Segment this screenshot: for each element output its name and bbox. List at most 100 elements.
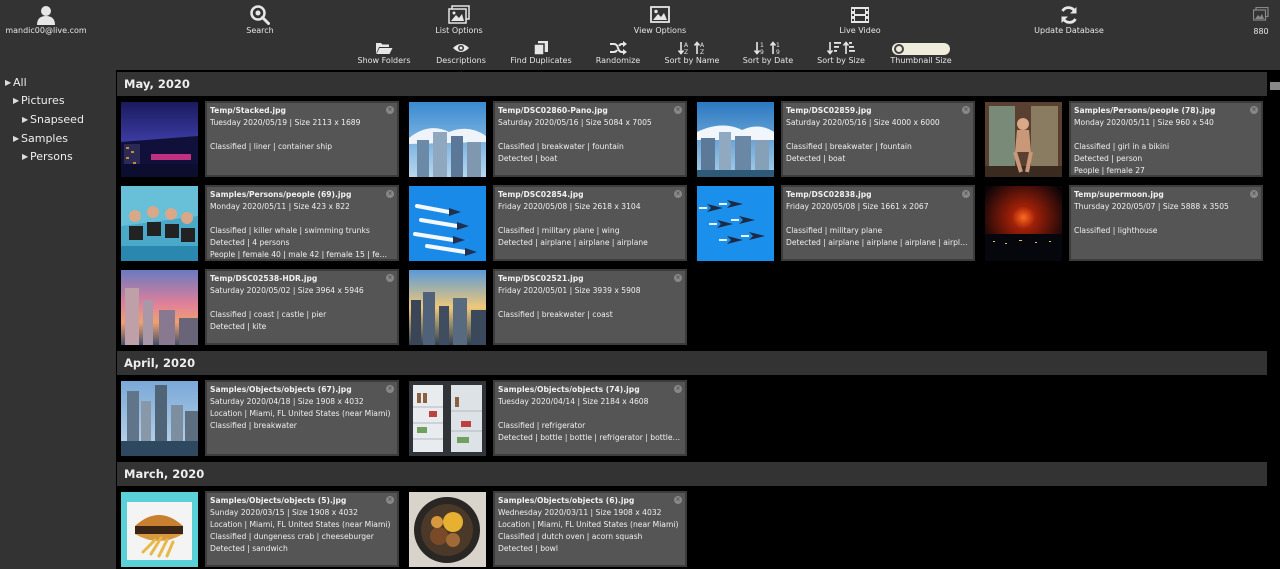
people: People | female 40 | male 42 | female 15… bbox=[210, 250, 394, 259]
image-thumbnail[interactable] bbox=[409, 492, 486, 567]
section-header-march-2020: March, 2020 bbox=[117, 462, 1267, 486]
sort-amount-icon bbox=[827, 40, 855, 56]
view-options-button[interactable]: View Options bbox=[628, 4, 692, 36]
svg-text:Z: Z bbox=[684, 49, 688, 55]
classified: Classified | military plane bbox=[786, 226, 883, 235]
tree-item-pictures[interactable]: ▶ Pictures bbox=[0, 92, 116, 111]
close-icon[interactable]: × bbox=[1250, 106, 1258, 114]
file-name: Samples/Objects/objects (6).jpg bbox=[498, 496, 635, 505]
image-thumbnail[interactable] bbox=[409, 102, 486, 177]
user-account-button[interactable]: mandic00@live.com bbox=[5, 4, 87, 36]
show-folders-button[interactable]: Show Folders bbox=[354, 40, 414, 66]
image-info: × Temp/DSC02838.jpg Friday 2020/05/08 | … bbox=[781, 185, 975, 261]
image-thumbnail[interactable] bbox=[985, 102, 1062, 177]
detected: Detected | airplane | airplane | airplan… bbox=[786, 238, 970, 247]
tree-item-all[interactable]: ▶ All bbox=[0, 73, 116, 92]
folder-tree: ▶ All ▶ Pictures ▶ Snapseed ▶ Samples ▶ … bbox=[0, 70, 116, 569]
thumbnail-size-label: Thumbnail Size bbox=[890, 56, 952, 65]
close-icon[interactable]: × bbox=[386, 106, 394, 114]
tree-item-snapseed[interactable]: ▶ Snapseed bbox=[0, 110, 116, 129]
image-card[interactable]: × Samples/Objects/objects (5).jpg Sunday… bbox=[117, 491, 399, 567]
close-icon[interactable]: × bbox=[386, 190, 394, 198]
image-thumbnail[interactable] bbox=[121, 492, 198, 567]
image-card[interactable]: × Temp/DSC02860-Pano.jpg Saturday 2020/0… bbox=[405, 101, 687, 177]
classified: Classified | lighthouse bbox=[1074, 226, 1158, 235]
image-info: × Temp/DSC02521.jpg Friday 2020/05/01 | … bbox=[493, 269, 687, 345]
close-icon[interactable]: × bbox=[386, 385, 394, 393]
detected: Detected | boat bbox=[786, 154, 846, 163]
location bbox=[210, 129, 394, 141]
close-icon[interactable]: × bbox=[1250, 190, 1258, 198]
image-card[interactable]: × Temp/DSC02859.jpg Saturday 2020/05/16 … bbox=[693, 101, 975, 177]
detected: Detected | bowl bbox=[498, 544, 558, 553]
image-card[interactable]: × Samples/Objects/objects (74).jpg Tuesd… bbox=[405, 380, 687, 456]
list-options-button[interactable]: List Options bbox=[428, 4, 490, 36]
search-button[interactable]: Search bbox=[236, 4, 284, 36]
randomize-button[interactable]: Randomize bbox=[594, 40, 642, 66]
image-thumbnail[interactable] bbox=[121, 270, 198, 345]
scrollbar-thumb[interactable] bbox=[1270, 82, 1280, 90]
sort-numeric-icon: 1919 bbox=[754, 40, 782, 56]
tree-item-label: Samples bbox=[21, 131, 68, 145]
close-icon[interactable]: × bbox=[962, 190, 970, 198]
close-icon[interactable]: × bbox=[674, 385, 682, 393]
image-card[interactable]: × Temp/Stacked.jpg Tuesday 2020/05/19 | … bbox=[117, 101, 399, 177]
classified: Classified | coast | castle | pier bbox=[210, 310, 327, 319]
date-size: Saturday 2020/05/02 | Size 3964 x 5946 bbox=[210, 286, 364, 295]
image-thumbnail[interactable] bbox=[409, 270, 486, 345]
scrollbar[interactable] bbox=[1268, 70, 1280, 569]
sort-by-size-button[interactable]: Sort by Size bbox=[816, 40, 866, 66]
thumbnail-size-knob[interactable] bbox=[894, 44, 904, 54]
close-icon[interactable]: × bbox=[962, 106, 970, 114]
close-icon[interactable]: × bbox=[674, 106, 682, 114]
descriptions-button[interactable]: Descriptions bbox=[434, 40, 488, 66]
image-thumbnail[interactable] bbox=[121, 186, 198, 261]
detected: Detected | kite bbox=[210, 322, 267, 331]
image-thumbnail[interactable] bbox=[409, 186, 486, 261]
caret-right-icon: ▶ bbox=[22, 152, 29, 162]
find-duplicates-button[interactable]: Find Duplicates bbox=[510, 40, 572, 66]
live-video-button[interactable]: Live Video bbox=[834, 4, 886, 36]
image-card[interactable]: × Samples/Objects/objects (67).jpg Satur… bbox=[117, 380, 399, 456]
date-size: Monday 2020/05/11 | Size 960 x 540 bbox=[1074, 118, 1214, 127]
image-thumbnail[interactable] bbox=[409, 381, 486, 456]
thumbnail-size-track[interactable] bbox=[892, 43, 950, 55]
svg-text:A: A bbox=[700, 42, 705, 49]
sort-by-size-label: Sort by Size bbox=[817, 56, 865, 65]
classified: Classified | liner | container ship bbox=[210, 142, 333, 151]
image-card[interactable]: × Temp/DSC02538-HDR.jpg Saturday 2020/05… bbox=[117, 269, 399, 345]
close-icon[interactable]: × bbox=[386, 496, 394, 504]
tree-item-persons[interactable]: ▶ Persons bbox=[0, 147, 116, 166]
image-card[interactable]: × Temp/supermoon.jpg Thursday 2020/05/07… bbox=[981, 185, 1263, 261]
svg-text:Z: Z bbox=[700, 49, 704, 55]
image-thumbnail[interactable] bbox=[697, 186, 774, 261]
file-name: Samples/Objects/objects (67).jpg bbox=[210, 385, 352, 394]
image-info: × Samples/Objects/objects (67).jpg Satur… bbox=[205, 380, 399, 456]
image-thumbnail[interactable] bbox=[697, 102, 774, 177]
date-size: Friday 2020/05/01 | Size 3939 x 5908 bbox=[498, 286, 641, 295]
tree-item-samples[interactable]: ▶ Samples bbox=[0, 129, 116, 148]
image-card[interactable]: × Temp/DSC02854.jpg Friday 2020/05/08 | … bbox=[405, 185, 687, 261]
detected: Detected | bottle | bottle | refrigerato… bbox=[498, 433, 682, 442]
close-icon[interactable]: × bbox=[386, 274, 394, 282]
close-icon[interactable]: × bbox=[674, 190, 682, 198]
image-card[interactable]: × Samples/Persons/people (78).jpg Monday… bbox=[981, 101, 1263, 177]
image-count-value: 880 bbox=[1253, 27, 1269, 36]
thumbnail-size-slider[interactable]: Thumbnail Size bbox=[890, 40, 952, 66]
image-thumbnail[interactable] bbox=[985, 186, 1062, 261]
update-database-button[interactable]: Update Database bbox=[1032, 4, 1106, 36]
image-card[interactable]: × Samples/Persons/people (69).jpg Monday… bbox=[117, 185, 399, 261]
location bbox=[786, 213, 970, 225]
image-thumbnail[interactable] bbox=[121, 381, 198, 456]
close-icon[interactable]: × bbox=[674, 274, 682, 282]
sort-by-name-button[interactable]: AZAZ Sort by Name bbox=[664, 40, 720, 66]
image-thumbnail[interactable] bbox=[121, 102, 198, 177]
sort-by-date-button[interactable]: 1919 Sort by Date bbox=[742, 40, 794, 66]
date-size: Saturday 2020/05/16 | Size 4000 x 6000 bbox=[786, 118, 940, 127]
people: People | female 27 bbox=[1074, 166, 1145, 175]
image-card[interactable]: × Temp/DSC02521.jpg Friday 2020/05/01 | … bbox=[405, 269, 687, 345]
image-card[interactable]: × Samples/Objects/objects (6).jpg Wednes… bbox=[405, 491, 687, 567]
refresh-icon bbox=[1059, 4, 1079, 26]
image-card[interactable]: × Temp/DSC02838.jpg Friday 2020/05/08 | … bbox=[693, 185, 975, 261]
close-icon[interactable]: × bbox=[674, 496, 682, 504]
